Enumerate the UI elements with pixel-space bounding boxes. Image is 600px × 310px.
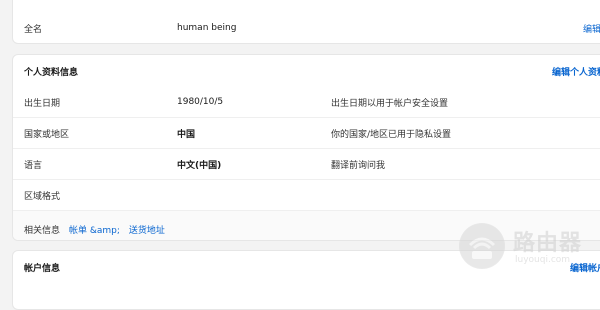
birthdate-value: 1980/10/5	[177, 97, 224, 107]
related-links: 帐单 &amp; 送货地址	[69, 223, 165, 236]
profile-card: 个人资料信息 编辑个人资料 出生日期 1980/10/5 出生日期以用于帐户安全…	[12, 54, 600, 241]
fullname-row: 全名 human being 编辑	[13, 13, 600, 43]
region-format-label: 区域格式	[24, 191, 61, 202]
account-title: 帐户信息	[24, 264, 61, 274]
profile-row-region-format: 区域格式	[13, 180, 600, 210]
language-label: 语言	[24, 160, 43, 171]
edit-profile-link[interactable]: 编辑个人资料	[552, 65, 600, 78]
related-info-label: 相关信息	[24, 226, 61, 236]
profile-row-country: 国家或地区 中国 你的国家/地区已用于隐私设置	[13, 118, 600, 148]
profile-row-birthdate: 出生日期 1980/10/5 出生日期以用于帐户安全设置	[13, 87, 600, 117]
profile-header: 个人资料信息 编辑个人资料	[13, 55, 600, 87]
fullname-value: human being	[177, 23, 237, 33]
profile-title: 个人资料信息	[24, 68, 79, 78]
birthdate-desc: 出生日期以用于帐户安全设置	[331, 98, 449, 109]
shipping-address-link[interactable]: 送货地址	[129, 223, 165, 236]
related-info-row: 相关信息 帐单 &amp; 送货地址	[13, 210, 600, 240]
country-label: 国家或地区	[24, 129, 70, 140]
language-value: 中文(中国)	[177, 160, 222, 171]
fullname-card: 全名 human being 编辑	[12, 0, 600, 44]
country-desc: 你的国家/地区已用于隐私设置	[331, 129, 452, 140]
language-desc: 翻译前询问我	[331, 160, 386, 171]
birthdate-label: 出生日期	[24, 98, 61, 109]
fullname-label: 全名	[24, 24, 43, 35]
country-value: 中国	[177, 129, 196, 140]
billing-link[interactable]: 帐单 &amp;	[69, 223, 120, 236]
account-header: 帐户信息 编辑帐户	[13, 251, 600, 283]
fullname-edit-link[interactable]: 编辑	[583, 22, 600, 35]
account-card: 帐户信息 编辑帐户	[12, 250, 600, 310]
profile-row-language: 语言 中文(中国) 翻译前询问我	[13, 149, 600, 179]
edit-account-link[interactable]: 编辑帐户	[570, 261, 600, 274]
